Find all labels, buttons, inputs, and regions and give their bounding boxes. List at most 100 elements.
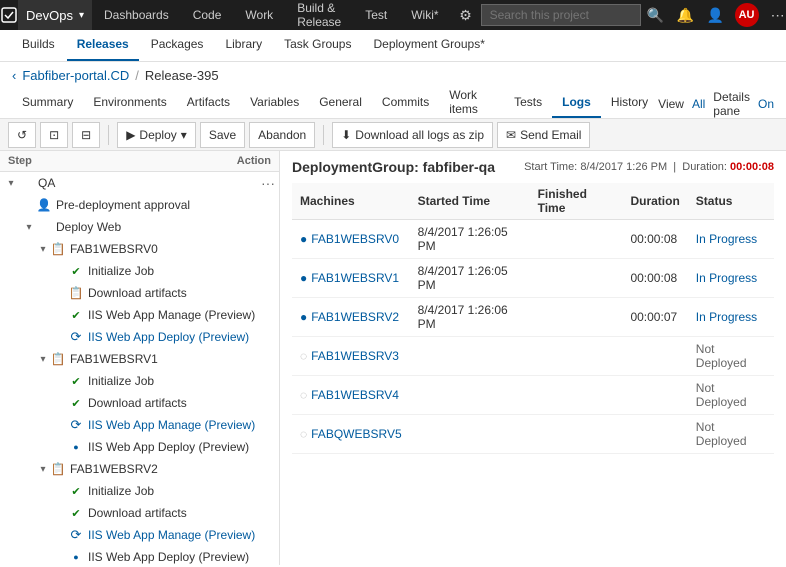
tab-tests[interactable]: Tests	[504, 88, 552, 118]
expand-srv2-icon: ▾	[36, 464, 50, 475]
table-row: ◌ FAB1WEBSRV3Not Deployed	[292, 337, 774, 376]
nav-build-release[interactable]: Build & Release	[285, 0, 353, 30]
more-icon[interactable]: ⋯	[763, 0, 786, 30]
subnav-deployment-groups[interactable]: Deployment Groups*	[363, 29, 494, 61]
srv2-init-status-icon	[68, 483, 84, 499]
srv1-deploy-status-icon	[68, 439, 84, 455]
srv0-status-icon: 📋	[50, 241, 66, 257]
finished-time	[530, 220, 623, 259]
deploy-button[interactable]: ▶ Deploy ▾	[117, 122, 196, 148]
brand-chevron: ▾	[79, 10, 84, 21]
expand-deploy-web-icon: ▾	[22, 222, 36, 233]
subnav-releases[interactable]: Releases	[67, 29, 139, 61]
devops-brand[interactable]: DevOps ▾	[18, 0, 92, 30]
started-time	[410, 337, 530, 376]
tree-item-qa[interactable]: ▾ QA ···	[0, 172, 279, 194]
col-started-time: Started Time	[410, 183, 530, 220]
subnav-library[interactable]: Library	[215, 29, 272, 61]
expand-srv1-icon: ▾	[36, 354, 50, 365]
nav-code[interactable]: Code	[181, 0, 234, 30]
status-badge: Not Deployed	[688, 337, 774, 376]
notifications-icon[interactable]: 🔔	[671, 0, 701, 30]
nav-work[interactable]: Work	[233, 0, 285, 30]
abandon-button[interactable]: Abandon	[249, 122, 315, 148]
tab-logs[interactable]: Logs	[552, 88, 601, 118]
breadcrumb-project[interactable]: Fabfiber-portal.CD	[22, 68, 129, 83]
refresh-button[interactable]: ↺	[8, 122, 36, 148]
toolbar: ↺ ⊡ ⊟ ▶ Deploy ▾ Save Abandon ⬇ Download…	[0, 119, 786, 151]
tree-item-srv2-manage[interactable]: IIS Web App Manage (Preview)	[0, 524, 279, 546]
clone-button[interactable]: ⊡	[40, 122, 68, 148]
duration-value: 00:00:08	[730, 161, 774, 173]
toolbar-separator-2	[323, 125, 324, 145]
tree-item-srv0-download[interactable]: 📋 Download artifacts	[0, 282, 279, 304]
tree-item-deploy-web[interactable]: ▾ Deploy Web	[0, 216, 279, 238]
machine-name: ◌ FABQWEBSRV5	[300, 427, 402, 441]
tree-item-srv0-manage[interactable]: IIS Web App Manage (Preview)	[0, 304, 279, 326]
machine-link[interactable]: ● FAB1WEBSRV2	[300, 310, 402, 324]
nav-dashboards[interactable]: Dashboards	[92, 0, 181, 30]
send-email-button[interactable]: ✉ Send Email	[497, 122, 590, 148]
srv1-manage-status-icon	[68, 417, 84, 433]
search-input[interactable]	[481, 4, 641, 26]
subnav-task-groups[interactable]: Task Groups	[274, 29, 361, 61]
tree-item-srv0-deploy[interactable]: IIS Web App Deploy (Preview)	[0, 326, 279, 348]
view-all-link[interactable]: All	[692, 97, 705, 111]
qa-status-icon	[18, 175, 34, 191]
row-duration	[622, 376, 687, 415]
details-pane-toggle[interactable]: On	[758, 97, 774, 111]
started-time: 8/4/2017 1:26:06 PM	[410, 298, 530, 337]
tab-commits[interactable]: Commits	[372, 88, 439, 118]
nav-wiki[interactable]: Wiki*	[399, 0, 450, 30]
srv2-deploy-status-icon	[68, 549, 84, 565]
subnav-packages[interactable]: Packages	[141, 29, 214, 61]
tree-item-srv2-init[interactable]: Initialize Job	[0, 480, 279, 502]
finished-time	[530, 298, 623, 337]
deployment-group-title: DeploymentGroup: fabfiber-qa	[292, 159, 495, 175]
breadcrumb: ‹ Fabfiber-portal.CD / Release-395	[0, 62, 786, 89]
row-duration: 00:00:08	[622, 259, 687, 298]
save-button[interactable]: Save	[200, 122, 245, 148]
user-profile-icon[interactable]: 👤	[701, 0, 731, 30]
started-time	[410, 415, 530, 454]
tree-item-srv1-deploy[interactable]: IIS Web App Deploy (Preview)	[0, 436, 279, 458]
tab-history[interactable]: History	[601, 88, 658, 118]
tab-variables[interactable]: Variables	[240, 88, 309, 118]
tree-item-srv2-deploy[interactable]: IIS Web App Deploy (Preview)	[0, 546, 279, 565]
tree-item-srv1[interactable]: ▾ 📋 FAB1WEBSRV1	[0, 348, 279, 370]
download-logs-button[interactable]: ⬇ Download all logs as zip	[332, 122, 493, 148]
print-button[interactable]: ⊟	[72, 122, 100, 148]
tree-item-srv0-init[interactable]: Initialize Job	[0, 260, 279, 282]
finished-time	[530, 415, 623, 454]
machine-link[interactable]: ● FAB1WEBSRV0	[300, 232, 402, 246]
srv0-deploy-status-icon	[68, 329, 84, 345]
tree-item-srv2[interactable]: ▾ 📋 FAB1WEBSRV2	[0, 458, 279, 480]
settings-icon[interactable]: ⚙	[451, 0, 481, 30]
subnav-builds[interactable]: Builds	[12, 29, 65, 61]
start-time-value: 8/4/2017 1:26 PM	[580, 161, 667, 173]
deployment-group-header: DeploymentGroup: fabfiber-qa Start Time:…	[292, 159, 774, 175]
table-row: ● FAB1WEBSRV28/4/2017 1:26:06 PM00:00:07…	[292, 298, 774, 337]
tree-item-pre-deploy[interactable]: 👤 Pre-deployment approval	[0, 194, 279, 216]
breadcrumb-sep: /	[135, 68, 139, 83]
tab-artifacts[interactable]: Artifacts	[177, 88, 240, 118]
srv0-manage-status-icon	[68, 307, 84, 323]
search-icon[interactable]: 🔍	[641, 0, 671, 30]
tab-general[interactable]: General	[309, 88, 372, 118]
tab-environments[interactable]: Environments	[83, 88, 176, 118]
tree-item-srv1-init[interactable]: Initialize Job	[0, 370, 279, 392]
deploy-icon: ▶	[126, 128, 135, 142]
back-icon[interactable]: ‹	[12, 68, 16, 83]
machine-link[interactable]: ● FAB1WEBSRV1	[300, 271, 402, 285]
start-time-label: Start Time:	[524, 161, 577, 173]
tree-item-srv1-manage[interactable]: IIS Web App Manage (Preview)	[0, 414, 279, 436]
tab-work-items[interactable]: Work items	[439, 88, 504, 118]
nav-test[interactable]: Test	[353, 0, 399, 30]
user-avatar[interactable]: AU	[735, 3, 759, 27]
tree-item-srv1-download[interactable]: Download artifacts	[0, 392, 279, 414]
email-icon: ✉	[506, 128, 516, 142]
srv1-status-icon: 📋	[50, 351, 66, 367]
tab-summary[interactable]: Summary	[12, 88, 83, 118]
tree-item-srv0[interactable]: ▾ 📋 FAB1WEBSRV0	[0, 238, 279, 260]
tree-item-srv2-download[interactable]: Download artifacts	[0, 502, 279, 524]
